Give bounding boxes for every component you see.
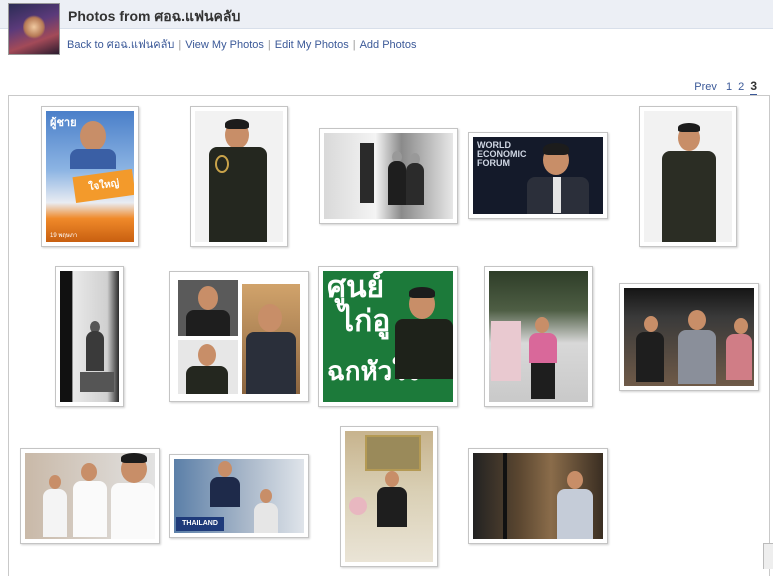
separator: |	[352, 39, 356, 51]
page-avatar[interactable]	[8, 3, 60, 55]
photo-thumbnail[interactable]	[619, 283, 759, 391]
back-link[interactable]: Back to ศอฉ.แฟนคลับ	[67, 39, 174, 51]
photo-thumbnail[interactable]	[484, 266, 593, 407]
edit-my-photos-link[interactable]: Edit My Photos	[275, 39, 349, 51]
page-header: Photos from ศอฉ.แฟนคลับ Back to ศอฉ.แฟนค…	[0, 0, 773, 60]
view-my-photos-link[interactable]: View My Photos	[185, 39, 264, 51]
photo-thumbnail[interactable]	[20, 448, 160, 544]
page-link-1[interactable]: 1	[726, 81, 732, 93]
poster-banner: ใจใหญ่	[72, 168, 134, 204]
page-title: Photos from ศอฉ.แฟนคลับ	[68, 8, 241, 24]
scroll-corner[interactable]	[763, 543, 773, 569]
separator: |	[178, 39, 182, 51]
page-link-3-current[interactable]: 3	[750, 79, 757, 96]
photo-thumbnail[interactable]: ศูนย์ ไก่อู ฉกหัวใจ	[318, 266, 458, 407]
photo-thumbnail[interactable]	[190, 106, 288, 247]
photo-thumbnail[interactable]	[319, 128, 458, 224]
photo-thumbnail[interactable]	[639, 106, 737, 247]
page-link-2[interactable]: 2	[738, 81, 744, 93]
poster-text-2: ไก่อู	[339, 305, 391, 338]
wef-line3: FORUM	[477, 158, 510, 168]
photo-thumbnail[interactable]	[340, 426, 438, 567]
separator: |	[267, 39, 271, 51]
poster-text-1: ศูนย์	[327, 271, 385, 304]
thailand-sign: THAILAND	[176, 517, 224, 531]
poster-title: ผู้ชาย	[50, 117, 77, 129]
pagination: Prev 1 2 3	[688, 79, 757, 96]
photo-thumbnail[interactable]: ผู้ชาย ใจใหญ่ 19 พฤษภา	[41, 106, 139, 247]
photo-thumbnail[interactable]	[468, 448, 608, 544]
photo-thumbnail[interactable]: THAILAND	[169, 454, 309, 538]
photo-album-grid: ผู้ชาย ใจใหญ่ 19 พฤษภา WORLD ECONOMIC FO…	[8, 95, 770, 576]
subnav: Back to ศอฉ.แฟนคลับ | View My Photos | Edit …	[67, 35, 416, 53]
photo-thumbnail[interactable]	[169, 271, 309, 402]
poster-date: 19 พฤษภา	[50, 233, 78, 239]
prev-page-link[interactable]: Prev	[694, 81, 717, 93]
photo-thumbnail[interactable]	[55, 266, 124, 407]
add-photos-link[interactable]: Add Photos	[360, 39, 417, 51]
photo-thumbnail[interactable]: WORLD ECONOMIC FORUM	[468, 132, 608, 219]
